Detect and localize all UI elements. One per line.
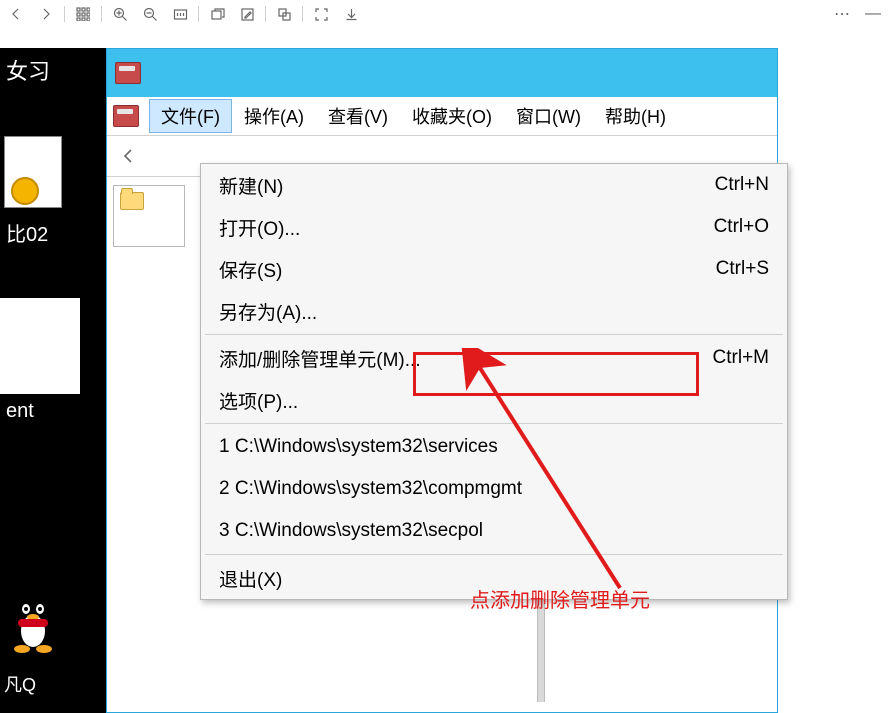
- menu-separator: [205, 554, 783, 555]
- menu-action[interactable]: 操作(A): [232, 99, 316, 133]
- console-root-folder-icon: [120, 192, 144, 210]
- menu-item-options[interactable]: 选项(P)...: [201, 379, 787, 421]
- back-button[interactable]: [6, 4, 26, 24]
- annotation-text: 点添加删除管理单元: [470, 584, 650, 613]
- actual-size-button[interactable]: [170, 4, 190, 24]
- mmc-app-icon: [115, 62, 141, 84]
- menu-item-shortcut: Ctrl+S: [716, 258, 769, 280]
- copy-button[interactable]: [274, 4, 294, 24]
- mmc-menubar: 文件(F) 操作(A) 查看(V) 收藏夹(O) 窗口(W) 帮助(H): [107, 97, 777, 136]
- menu-item-recent-3[interactable]: 3 C:\Windows\system32\secpol: [201, 510, 787, 552]
- more-button[interactable]: ⋯: [833, 4, 853, 24]
- zoom-out-button[interactable]: [140, 4, 160, 24]
- menu-item-saveas[interactable]: 另存为(A)...: [201, 290, 787, 332]
- menu-item-recent-1[interactable]: 1 C:\Windows\system32\services: [201, 426, 787, 468]
- file-menu-dropdown: 新建(N) Ctrl+N 打开(O)... Ctrl+O 保存(S) Ctrl+…: [200, 163, 788, 600]
- apps-button[interactable]: [73, 4, 93, 24]
- menu-item-shortcut: Ctrl+M: [713, 347, 769, 369]
- menu-item-label: 2 C:\Windows\system32\compmgmt: [219, 478, 769, 500]
- zoom-in-button[interactable]: [110, 4, 130, 24]
- remote-desktop-strip: 女习 比02 ent 凡Q: [0, 48, 106, 713]
- menu-item-label: 打开(O)...: [219, 214, 714, 241]
- qq-penguin-icon[interactable]: [6, 589, 60, 653]
- menu-window[interactable]: 窗口(W): [504, 99, 593, 133]
- menu-item-shortcut: Ctrl+O: [714, 216, 769, 238]
- toolbar-back-button[interactable]: [115, 142, 143, 170]
- menu-view[interactable]: 查看(V): [316, 99, 400, 133]
- menu-item-shortcut: Ctrl+N: [715, 174, 769, 196]
- menu-item-save[interactable]: 保存(S) Ctrl+S: [201, 248, 787, 290]
- menu-item-label: 添加/删除管理单元(M)...: [219, 345, 713, 372]
- menu-favorites[interactable]: 收藏夹(O): [400, 99, 504, 133]
- desk-white-block: [0, 298, 80, 394]
- menu-item-open[interactable]: 打开(O)... Ctrl+O: [201, 206, 787, 248]
- menu-item-add-remove-snapin[interactable]: 添加/删除管理单元(M)... Ctrl+M: [201, 337, 787, 379]
- desk-frag-4: 凡Q: [4, 671, 36, 697]
- download-button[interactable]: [341, 4, 361, 24]
- menu-item-new[interactable]: 新建(N) Ctrl+N: [201, 164, 787, 206]
- menu-file[interactable]: 文件(F): [149, 99, 232, 133]
- menu-item-label: 另存为(A)...: [219, 298, 769, 325]
- menu-item-recent-2[interactable]: 2 C:\Windows\system32\compmgmt: [201, 468, 787, 510]
- medal-icon: [11, 177, 39, 205]
- menu-item-label: 保存(S): [219, 256, 716, 283]
- mmc-menubar-icon: [113, 105, 139, 127]
- desk-doc-icon[interactable]: [4, 136, 62, 208]
- minimize-button[interactable]: —: [863, 4, 883, 24]
- mmc-titlebar[interactable]: [107, 49, 777, 97]
- desk-frag-2: 比02: [6, 218, 48, 247]
- menu-item-label: 新建(N): [219, 172, 715, 199]
- menu-separator: [205, 334, 783, 335]
- menu-item-label: 1 C:\Windows\system32\services: [219, 436, 769, 458]
- new-window-button[interactable]: [207, 4, 227, 24]
- edit-button[interactable]: [237, 4, 257, 24]
- fullscreen-button[interactable]: [311, 4, 331, 24]
- desk-frag-3: ent: [6, 400, 34, 423]
- menu-separator: [205, 423, 783, 424]
- menu-item-label: 3 C:\Windows\system32\secpol: [219, 520, 769, 542]
- viewer-toolbar: ⋯ —: [0, 0, 889, 29]
- desk-frag-1: 女习: [6, 54, 50, 86]
- mmc-tree-pane[interactable]: [113, 185, 185, 247]
- forward-button[interactable]: [36, 4, 56, 24]
- menu-item-label: 选项(P)...: [219, 387, 769, 414]
- menu-help[interactable]: 帮助(H): [593, 99, 678, 133]
